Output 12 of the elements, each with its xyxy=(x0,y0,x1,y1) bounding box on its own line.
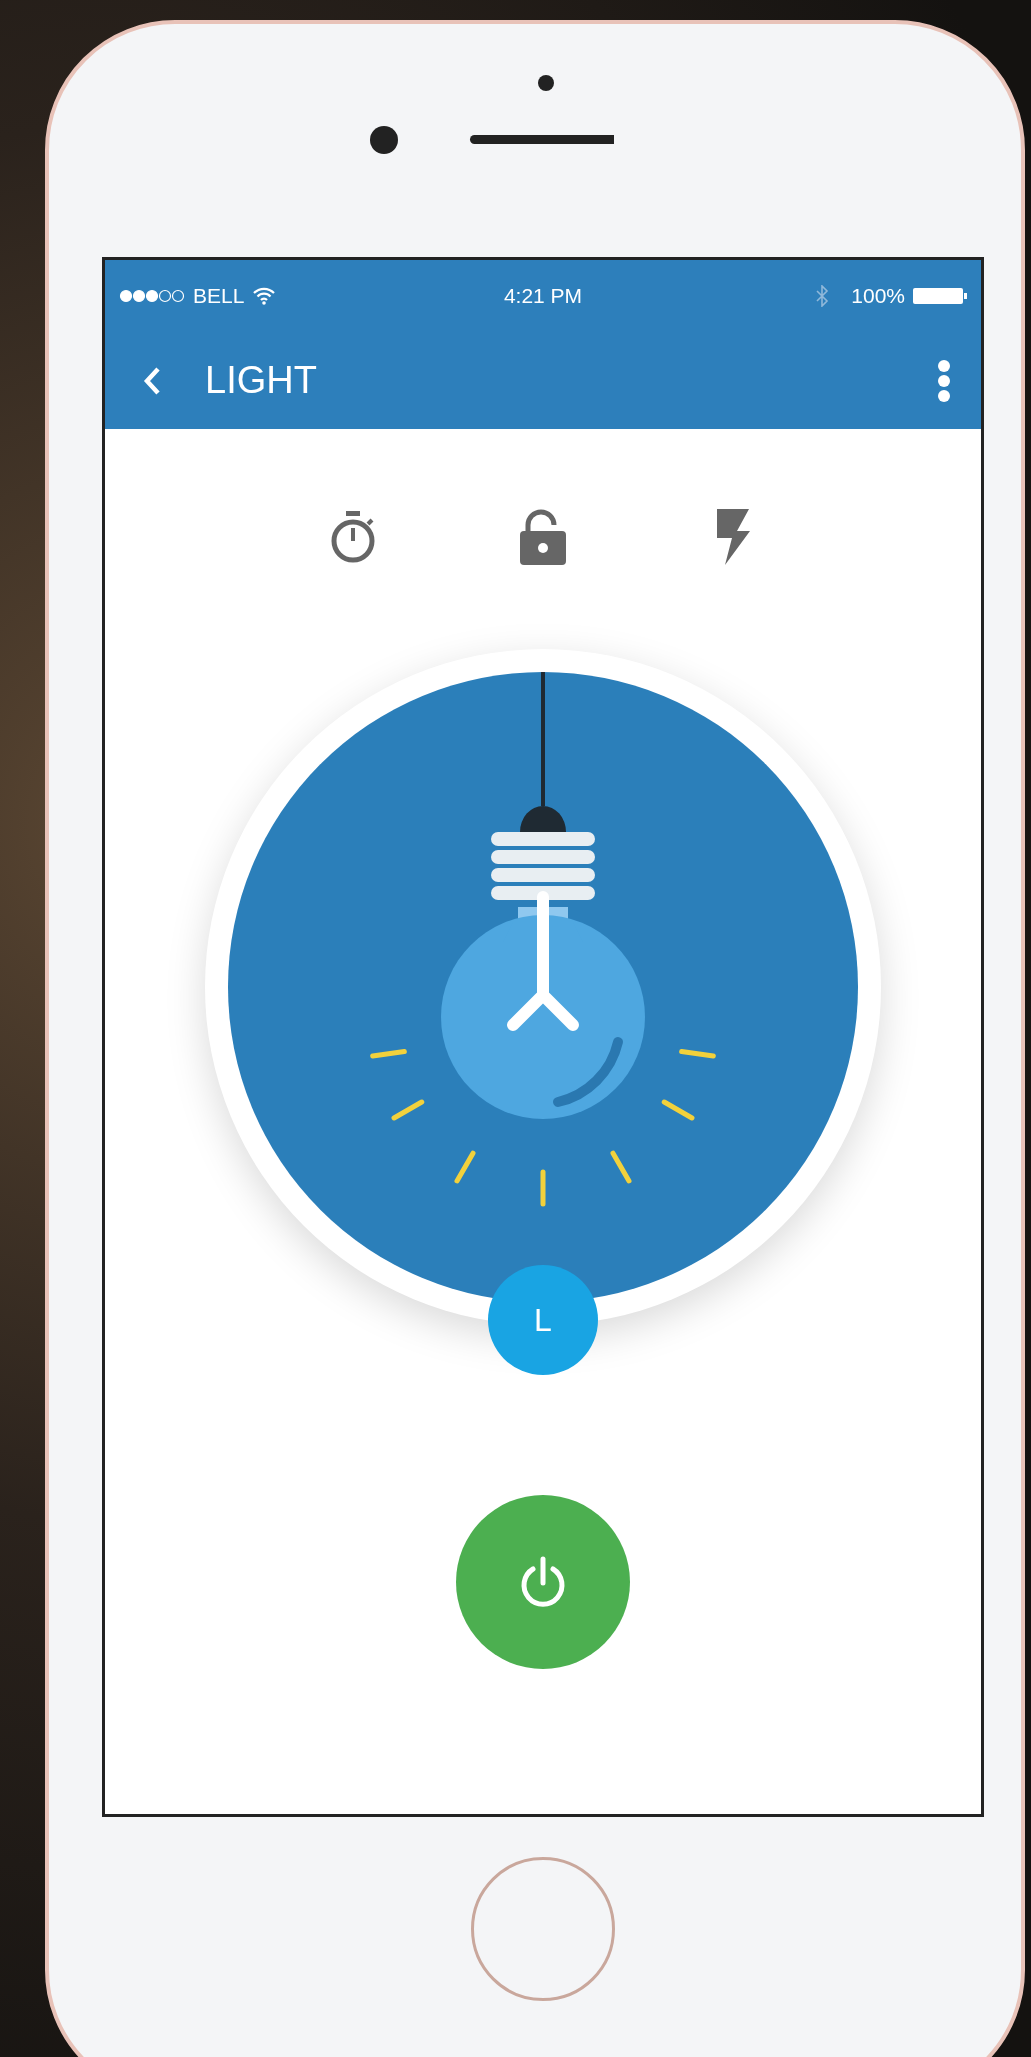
signal-icon xyxy=(119,289,185,303)
carrier-name: BELL xyxy=(193,284,245,308)
status-time: 4:21 PM xyxy=(503,284,583,308)
wifi-icon xyxy=(252,287,277,305)
bluetooth-icon xyxy=(815,285,830,307)
level-badge[interactable]: L xyxy=(488,1265,598,1375)
more-icon[interactable] xyxy=(937,358,951,403)
unlocked-lock-icon[interactable] xyxy=(518,509,568,565)
battery-icon xyxy=(913,288,967,304)
screen-title: LIGHT xyxy=(205,359,318,402)
back-icon[interactable] xyxy=(143,365,161,396)
battery-percent: 100% xyxy=(851,284,905,308)
